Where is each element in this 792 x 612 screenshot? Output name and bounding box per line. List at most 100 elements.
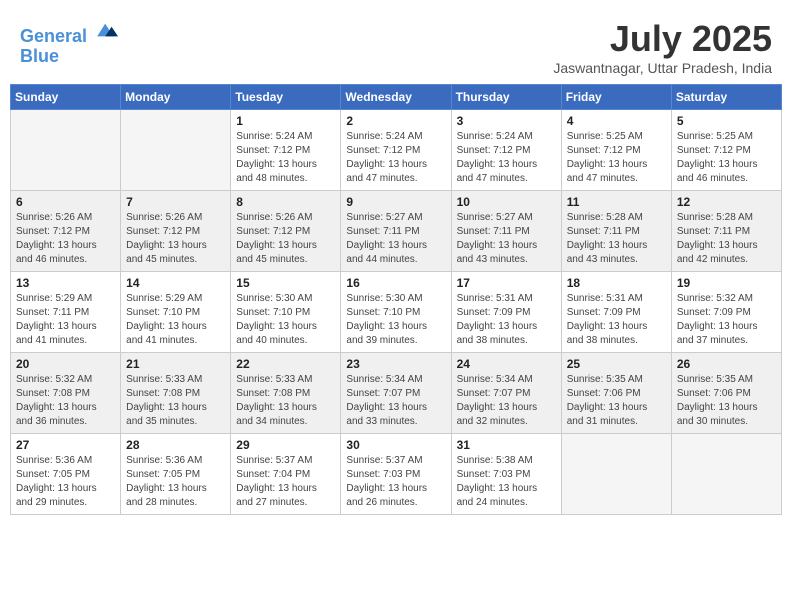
day-info: Sunrise: 5:26 AM Sunset: 7:12 PM Dayligh… [126,211,225,267]
day-info: Sunrise: 5:24 AM Sunset: 7:12 PM Dayligh… [236,130,335,186]
calendar-week-row: 27 Sunrise: 5:36 AM Sunset: 7:05 PM Dayli… [11,434,782,515]
day-number: 13 [16,276,115,290]
month-title: July 2025 [553,18,772,60]
day-number: 25 [567,357,666,371]
day-info: Sunrise: 5:36 AM Sunset: 7:05 PM Dayligh… [126,454,225,510]
calendar-cell: 5Sunrise: 5:25 AM Sunset: 7:12 PM Daylig… [671,110,781,191]
day-info: Sunrise: 5:25 AM Sunset: 7:12 PM Dayligh… [567,130,666,186]
calendar-table: SundayMondayTuesdayWednesdayThursdayFrid… [10,84,782,515]
calendar-cell: 13 Sunrise: 5:29 AM Sunset: 7:11 PM Dayli… [11,272,121,353]
calendar-cell: 1 Sunrise: 5:24 AM Sunset: 7:12 PM Daylig… [231,110,341,191]
day-number: 10 [457,195,556,209]
day-info: Sunrise: 5:28 AM Sunset: 7:11 PM Dayligh… [677,211,776,267]
calendar-cell: 22 Sunrise: 5:33 AM Sunset: 7:08 PM Dayli… [231,353,341,434]
calendar-cell: 6 Sunrise: 5:26 AM Sunset: 7:12 PM Daylig… [11,191,121,272]
day-info: Sunrise: 5:30 AM Sunset: 7:10 PM Dayligh… [346,292,445,348]
calendar-cell: 10 Sunrise: 5:27 AM Sunset: 7:11 PM Dayli… [451,191,561,272]
calendar-header-row: SundayMondayTuesdayWednesdayThursdayFrid… [11,85,782,110]
calendar-week-row: 6 Sunrise: 5:26 AM Sunset: 7:12 PM Daylig… [11,191,782,272]
col-header-tuesday: Tuesday [231,85,341,110]
day-info: Sunrise: 5:29 AM Sunset: 7:10 PM Dayligh… [126,292,225,348]
calendar-week-row: 13 Sunrise: 5:29 AM Sunset: 7:11 PM Dayli… [11,272,782,353]
day-info: Sunrise: 5:33 AM Sunset: 7:08 PM Dayligh… [236,373,335,429]
day-number: 18 [567,276,666,290]
day-number: 7 [126,195,225,209]
calendar-cell: 17 Sunrise: 5:31 AM Sunset: 7:09 PM Dayli… [451,272,561,353]
day-number: 28 [126,438,225,452]
day-number: 21 [126,357,225,371]
day-number: 22 [236,357,335,371]
day-info: Sunrise: 5:35 AM Sunset: 7:06 PM Dayligh… [677,373,776,429]
calendar-week-row: 1 Sunrise: 5:24 AM Sunset: 7:12 PM Daylig… [11,110,782,191]
day-number: 9 [346,195,445,209]
calendar-cell: 11 Sunrise: 5:28 AM Sunset: 7:11 PM Dayli… [561,191,671,272]
location-title: Jaswantnagar, Uttar Pradesh, India [553,60,772,76]
calendar-cell: 27Sunrise: 5:36 AM Sunset: 7:05 PM Dayli… [11,434,121,515]
calendar-cell [671,434,781,515]
col-header-sunday: Sunday [11,85,121,110]
day-info: Sunrise: 5:30 AM Sunset: 7:10 PM Dayligh… [236,292,335,348]
day-number: 23 [346,357,445,371]
calendar-cell: 28 Sunrise: 5:36 AM Sunset: 7:05 PM Dayli… [121,434,231,515]
day-number: 17 [457,276,556,290]
calendar-week-row: 20Sunrise: 5:32 AM Sunset: 7:08 PM Dayli… [11,353,782,434]
calendar-cell [121,110,231,191]
day-number: 3 [457,114,556,128]
day-info: Sunrise: 5:32 AM Sunset: 7:08 PM Dayligh… [16,373,115,429]
calendar-cell [11,110,121,191]
day-info: Sunrise: 5:31 AM Sunset: 7:09 PM Dayligh… [457,292,556,348]
day-number: 31 [457,438,556,452]
day-number: 26 [677,357,776,371]
logo-blue: Blue [20,47,118,67]
logo: General Blue [20,18,118,67]
day-info: Sunrise: 5:37 AM Sunset: 7:03 PM Dayligh… [346,454,445,510]
day-number: 2 [346,114,445,128]
calendar-cell: 26 Sunrise: 5:35 AM Sunset: 7:06 PM Dayli… [671,353,781,434]
day-info: Sunrise: 5:24 AM Sunset: 7:12 PM Dayligh… [457,130,556,186]
day-info: Sunrise: 5:24 AM Sunset: 7:12 PM Dayligh… [346,130,445,186]
day-info: Sunrise: 5:29 AM Sunset: 7:11 PM Dayligh… [16,292,115,348]
logo-icon [94,18,118,42]
day-info: Sunrise: 5:37 AM Sunset: 7:04 PM Dayligh… [236,454,335,510]
day-number: 6 [16,195,115,209]
day-number: 1 [236,114,335,128]
day-number: 11 [567,195,666,209]
calendar-cell: 18 Sunrise: 5:31 AM Sunset: 7:09 PM Dayli… [561,272,671,353]
calendar-cell: 24 Sunrise: 5:34 AM Sunset: 7:07 PM Dayli… [451,353,561,434]
day-info: Sunrise: 5:32 AM Sunset: 7:09 PM Dayligh… [677,292,776,348]
day-number: 24 [457,357,556,371]
calendar-cell: 25 Sunrise: 5:35 AM Sunset: 7:06 PM Dayli… [561,353,671,434]
day-info: Sunrise: 5:31 AM Sunset: 7:09 PM Dayligh… [567,292,666,348]
calendar-cell: 31Sunrise: 5:38 AM Sunset: 7:03 PM Dayli… [451,434,561,515]
calendar-cell: 16 Sunrise: 5:30 AM Sunset: 7:10 PM Dayli… [341,272,451,353]
day-number: 16 [346,276,445,290]
calendar-cell: 9 Sunrise: 5:27 AM Sunset: 7:11 PM Daylig… [341,191,451,272]
col-header-monday: Monday [121,85,231,110]
day-number: 5 [677,114,776,128]
title-block: July 2025 Jaswantnagar, Uttar Pradesh, I… [553,18,772,76]
calendar-cell [561,434,671,515]
day-number: 29 [236,438,335,452]
day-info: Sunrise: 5:27 AM Sunset: 7:11 PM Dayligh… [346,211,445,267]
calendar-cell: 12 Sunrise: 5:28 AM Sunset: 7:11 PM Dayli… [671,191,781,272]
col-header-friday: Friday [561,85,671,110]
day-info: Sunrise: 5:35 AM Sunset: 7:06 PM Dayligh… [567,373,666,429]
day-info: Sunrise: 5:34 AM Sunset: 7:07 PM Dayligh… [346,373,445,429]
day-info: Sunrise: 5:28 AM Sunset: 7:11 PM Dayligh… [567,211,666,267]
day-number: 4 [567,114,666,128]
calendar-cell: 14 Sunrise: 5:29 AM Sunset: 7:10 PM Dayli… [121,272,231,353]
day-info: Sunrise: 5:33 AM Sunset: 7:08 PM Dayligh… [126,373,225,429]
day-number: 15 [236,276,335,290]
logo-text: General [20,18,118,47]
day-info: Sunrise: 5:27 AM Sunset: 7:11 PM Dayligh… [457,211,556,267]
col-header-saturday: Saturday [671,85,781,110]
calendar-cell: 30Sunrise: 5:37 AM Sunset: 7:03 PM Dayli… [341,434,451,515]
day-info: Sunrise: 5:34 AM Sunset: 7:07 PM Dayligh… [457,373,556,429]
day-number: 27 [16,438,115,452]
calendar-cell: 4 Sunrise: 5:25 AM Sunset: 7:12 PM Daylig… [561,110,671,191]
day-number: 14 [126,276,225,290]
day-info: Sunrise: 5:26 AM Sunset: 7:12 PM Dayligh… [16,211,115,267]
day-number: 12 [677,195,776,209]
day-number: 19 [677,276,776,290]
col-header-thursday: Thursday [451,85,561,110]
